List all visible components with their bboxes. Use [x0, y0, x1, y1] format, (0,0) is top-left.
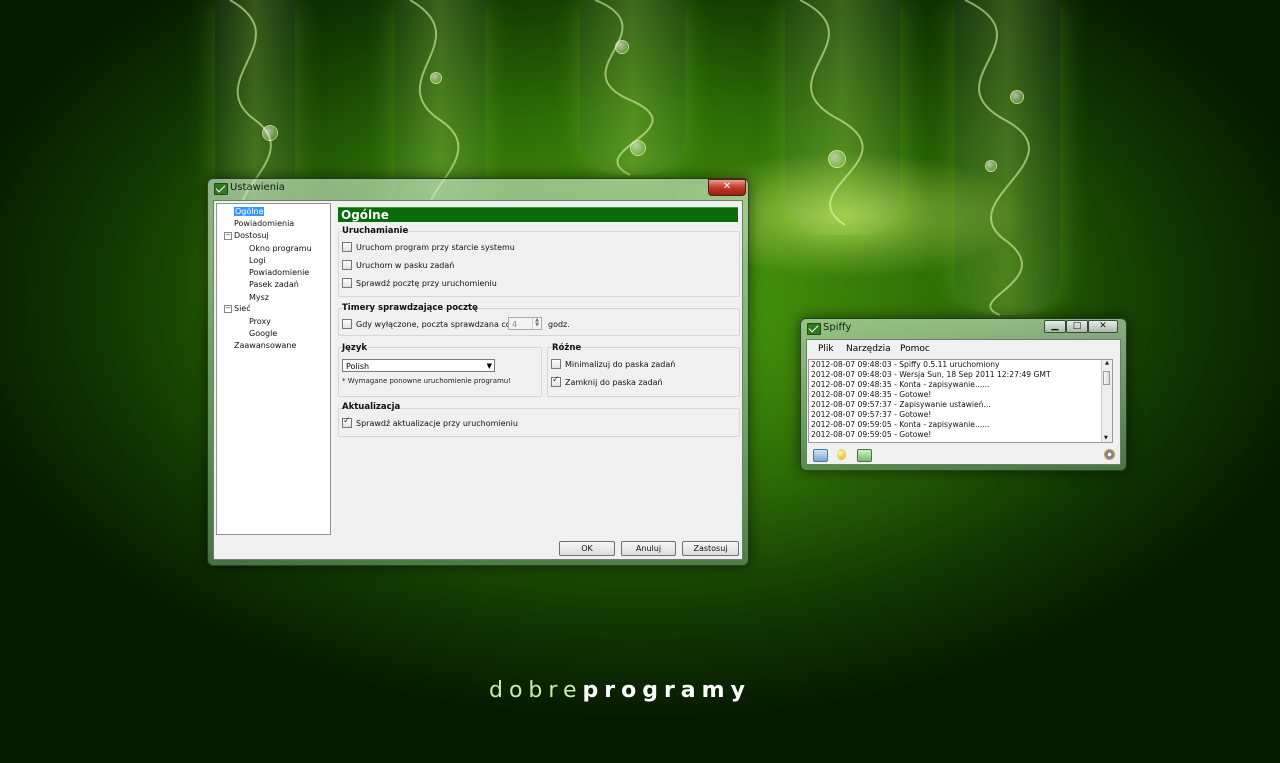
mail-check-icon[interactable] [857, 449, 872, 462]
check-mail-on-start-checkbox[interactable]: Sprawdź pocztę przy uruchomieniu [342, 278, 497, 288]
bubble [630, 140, 646, 156]
log-line: 2012-08-07 09:59:05 - Gotowe! [811, 430, 932, 439]
log-line: 2012-08-07 09:57:37 - Gotowe! [811, 410, 932, 419]
tree-item-powiadomienie[interactable]: Powiadomienie [249, 268, 309, 277]
menu-plik[interactable]: Plik [818, 344, 834, 354]
apply-button[interactable]: Zastosuj [682, 541, 739, 556]
ok-button[interactable]: OK [559, 541, 615, 556]
settings-icon[interactable] [1104, 449, 1115, 460]
minimize-to-tray-checkbox[interactable]: Minimalizuj do paska zadań [551, 359, 675, 369]
maximize-button[interactable]: □ [1066, 320, 1088, 333]
tree-item-siec[interactable]: Sieć [234, 304, 251, 313]
log-line: 2012-08-07 09:48:03 - Wersja Sun, 18 Sep… [811, 370, 1051, 379]
section-header: Ogólne [338, 207, 738, 222]
brand-logo: dobreprogramy [489, 678, 751, 703]
log-line: 2012-08-07 09:48:03 - Spiffy 0.5.11 uruc… [811, 360, 1000, 369]
menu-bar: Plik Narzędzia Pomoc [807, 340, 1120, 358]
tree-item-zaawansowane[interactable]: Zaawansowane [234, 341, 296, 350]
cancel-button[interactable]: Anuluj [621, 541, 676, 556]
checkbox-icon[interactable] [342, 319, 352, 329]
status-bar [807, 446, 1120, 464]
tree-item-pasek-zadan[interactable]: Pasek zadań [249, 280, 299, 289]
checkbox-checked-icon[interactable] [342, 416, 352, 428]
mail-app-icon [807, 323, 821, 335]
tree-item-mysz[interactable]: Mysz [249, 293, 269, 302]
start-in-tray-checkbox[interactable]: Uruchom w pasku zadań [342, 260, 454, 270]
settings-client: − − Ogólne Powiadomienia Dostosuj Okno p… [213, 200, 743, 560]
update-group-label: Aktualizacja [342, 402, 401, 412]
tree-item-proxy[interactable]: Proxy [249, 317, 271, 326]
tree-item-dostosuj[interactable]: Dostosuj [234, 231, 269, 240]
timers-group-label: Timery sprawdzające pocztę [342, 303, 478, 313]
scroll-down-icon[interactable]: ▼ [1104, 435, 1108, 441]
settings-titlebar[interactable]: Ustawienia ✕ [208, 179, 748, 199]
log-list[interactable]: 2012-08-07 09:48:03 - Spiffy 0.5.11 uruc… [808, 359, 1113, 443]
language-note: * Wymagane ponowne uruchomienie programu… [342, 377, 512, 385]
tree-item-google[interactable]: Google [249, 329, 277, 338]
bubble [430, 72, 442, 84]
misc-group [547, 347, 740, 397]
menu-pomoc[interactable]: Pomoc [900, 344, 930, 354]
bubble [615, 40, 629, 54]
check-updates-checkbox[interactable]: Sprawdź aktualizacje przy uruchomieniu [342, 416, 518, 428]
collapse-icon[interactable]: − [224, 232, 232, 240]
window-title: Spiffy [823, 322, 852, 333]
bubble [1010, 90, 1024, 104]
language-select[interactable]: Polish ▼ [342, 359, 495, 372]
chevron-down-icon[interactable]: ▼ [487, 360, 492, 373]
bubble [262, 125, 278, 141]
tree-item-logi[interactable]: Logi [249, 256, 266, 265]
menu-narzedzia[interactable]: Narzędzia [846, 344, 891, 354]
window-title: Ustawienia [230, 182, 285, 193]
misc-group-label: Różne [552, 343, 582, 353]
collapse-icon[interactable]: − [224, 305, 232, 313]
minimize-button[interactable]: ▁ [1044, 320, 1066, 333]
settings-window: Ustawienia ✕ − − Ogólne Powiadomienia Do… [207, 178, 749, 566]
startup-group-label: Uruchamianie [342, 226, 409, 236]
bubble [985, 160, 997, 172]
timer-checkbox[interactable]: Gdy wyłączone, poczta sprawdzana co [342, 319, 511, 329]
spiffy-titlebar[interactable]: Spiffy ▁ □ ✕ [801, 319, 1126, 339]
log-line: 2012-08-07 09:48:35 - Gotowe! [811, 390, 932, 399]
close-to-tray-checkbox[interactable]: Zamknij do paska zadań [551, 375, 663, 387]
scroll-thumb[interactable] [1103, 371, 1110, 385]
tree-item-okno-programu[interactable]: Okno programu [249, 244, 312, 253]
bulb-icon[interactable] [837, 449, 846, 460]
spinner-arrows-icon[interactable]: ▲ ▼ [532, 318, 541, 329]
tree-item-ogolne[interactable]: Ogólne [234, 207, 265, 216]
checkbox-icon[interactable] [551, 359, 561, 369]
close-button[interactable]: ✕ [708, 179, 746, 196]
scroll-up-icon[interactable]: ▲ [1102, 360, 1112, 366]
interval-unit: godz. [548, 320, 570, 329]
checkbox-checked-icon[interactable] [551, 375, 561, 387]
language-group-label: Język [342, 343, 368, 353]
spiffy-client: Plik Narzędzia Pomoc 2012-08-07 09:48:03… [806, 339, 1121, 465]
checkbox-icon[interactable] [342, 242, 352, 252]
mail-app-icon [214, 183, 228, 195]
close-button[interactable]: ✕ [1088, 320, 1118, 333]
spiffy-window: Spiffy ▁ □ ✕ Plik Narzędzia Pomoc 2012-0… [800, 318, 1127, 471]
settings-tree: − − Ogólne Powiadomienia Dostosuj Okno p… [216, 203, 331, 535]
log-line: 2012-08-07 09:48:35 - Konta - zapisywani… [811, 380, 990, 389]
interval-spinner[interactable]: 4 ▲ ▼ [508, 317, 542, 330]
log-line: 2012-08-07 09:59:05 - Konta - zapisywani… [811, 420, 990, 429]
mail-icon[interactable] [813, 449, 828, 462]
checkbox-icon[interactable] [342, 278, 352, 288]
vertical-scrollbar[interactable]: ▲ ▼ [1101, 360, 1112, 442]
log-line: 2012-08-07 09:57:37 - Zapisywanie ustawi… [811, 400, 991, 409]
startup-checkbox[interactable]: Uruchom program przy starcie systemu [342, 242, 515, 252]
checkbox-icon[interactable] [342, 260, 352, 270]
bubble [828, 150, 846, 168]
tree-item-powiadomienia[interactable]: Powiadomienia [234, 219, 294, 228]
